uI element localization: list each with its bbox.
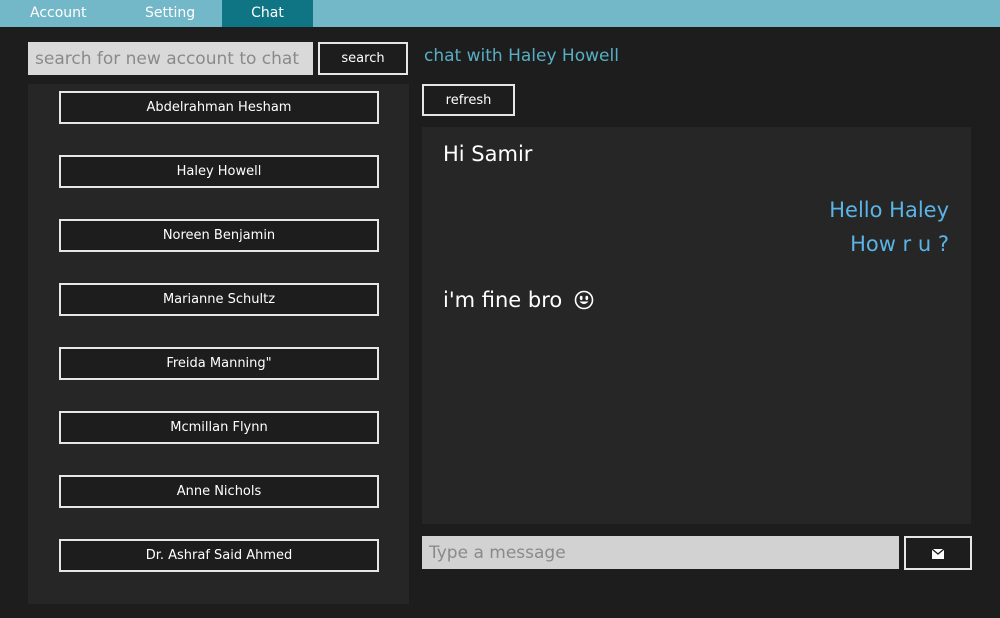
contact-item[interactable]: Abdelrahman Hesham <box>59 91 379 124</box>
message-text: How r u ? <box>850 232 949 256</box>
contact-item[interactable]: Dr. Ashraf Said Ahmed <box>59 539 379 572</box>
incoming-message: i'm fine bro <box>443 288 594 312</box>
contact-item[interactable]: Haley Howell <box>59 155 379 188</box>
chat-title: chat with Haley Howell <box>424 46 619 66</box>
message-input[interactable] <box>422 536 899 569</box>
send-button[interactable] <box>904 536 972 570</box>
smiley-face-icon <box>574 290 594 310</box>
search-input[interactable] <box>28 42 313 75</box>
tab-bar: Account Setting Chat <box>0 0 1000 27</box>
search-button[interactable]: search <box>318 42 408 75</box>
message-text: Hi Samir <box>443 142 533 166</box>
incoming-message: Hi Samir <box>443 142 532 166</box>
tab-setting[interactable]: Setting <box>145 0 195 27</box>
contact-item[interactable]: Noreen Benjamin <box>59 219 379 252</box>
tab-chat[interactable]: Chat <box>222 0 313 27</box>
contact-item[interactable]: Freida Manning" <box>59 347 379 380</box>
contact-item[interactable]: Marianne Schultz <box>59 283 379 316</box>
message-text: Hello Haley <box>829 198 949 222</box>
contact-item[interactable]: Anne Nichols <box>59 475 379 508</box>
chat-messages-area: Hi Samir Hello Haley How r u ? i'm fine … <box>422 127 971 524</box>
envelope-icon <box>931 544 945 563</box>
message-text: i'm fine bro <box>443 288 563 312</box>
contact-item[interactable]: Mcmillan Flynn <box>59 411 379 444</box>
tab-account[interactable]: Account <box>30 0 87 27</box>
outgoing-message: How r u ? <box>850 232 949 256</box>
outgoing-message: Hello Haley <box>829 198 949 222</box>
refresh-button[interactable]: refresh <box>422 84 515 116</box>
